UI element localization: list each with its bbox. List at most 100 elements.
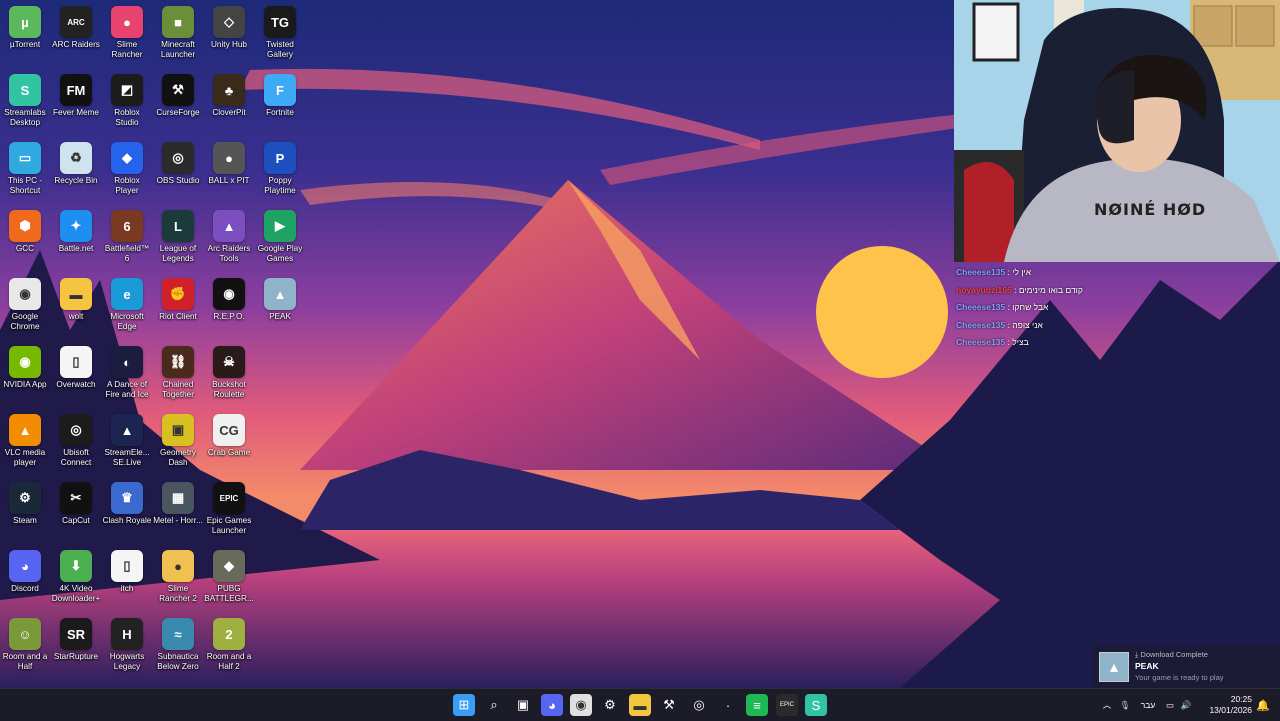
desktop-icon-r-e-p-o[interactable]: ◉ R.E.P.O. (204, 274, 254, 340)
desktop-icon-unity-hub[interactable]: ◇ Unity Hub (204, 2, 254, 68)
desktop-icon-wolt[interactable]: ▬ wolt (51, 274, 101, 340)
taskbar-obs-icon[interactable]: ◎ (688, 694, 710, 716)
desktop-icon-room-and-a-half-2[interactable]: 2 Room and a Half 2 (204, 614, 254, 680)
taskbar-discord-icon[interactable]: ◕ (541, 694, 563, 716)
desktop-icon-streamele-se-live[interactable]: ▲ StreamEle... SE.Live (102, 410, 152, 476)
desktop-icon-slime-rancher[interactable]: ● Slime Rancher (102, 2, 152, 68)
desktop-icon-label: Chained Together (162, 380, 194, 399)
clock[interactable]: 20:25 13/01/2026 (1204, 689, 1252, 721)
desktop-icon-label: 4K Video Downloader+ (51, 584, 101, 603)
desktop-icon-buckshot-roulette[interactable]: ☠ Buckshot Roulette (204, 342, 254, 408)
desktop-icon-battle-net[interactable]: ✦ Battle.net (51, 206, 101, 272)
desktop-icon-ball-x-pit[interactable]: ● BALL x PIT (204, 138, 254, 204)
language-indicator[interactable]: עבר (1134, 700, 1162, 710)
network-icon[interactable]: ▭ (1162, 700, 1178, 711)
desktop-icon-label: Room and a Half (2, 652, 48, 671)
taskbar-streamlabs-icon[interactable]: S (805, 694, 827, 716)
desktop-icon-curseforge[interactable]: ⚒ CurseForge (153, 70, 203, 136)
taskbar-steam-icon[interactable]: ⚙ (599, 694, 621, 716)
desktop-icon-roblox-player[interactable]: ◆ Roblox Player (102, 138, 152, 204)
desktop-icon-fever-meme[interactable]: FM Fever Meme (51, 70, 101, 136)
desktop-icon-room-and-a-half[interactable]: ☺ Room and a Half (0, 614, 50, 680)
desktop-icon-geometry-dash[interactable]: ▣ Geometry Dash (153, 410, 203, 476)
desktop-icon-label: Ubisoft Connect (60, 448, 92, 467)
desktop-icon-obs-studio[interactable]: ◎ OBS Studio (153, 138, 203, 204)
desktop-icon-label: Riot Client (159, 312, 197, 321)
desktop-icon-metel-horr[interactable]: ▦ Metel - Horr... (153, 478, 203, 544)
download-notification[interactable]: ▲ ⤓ Download Complete PEAK Your game is … (1093, 645, 1280, 688)
desktop-icon-arc-raiders[interactable]: ARC ARC Raiders (51, 2, 101, 68)
taskbar-unknown-icon[interactable]: · (717, 694, 739, 716)
desktop-icon-cloverpit[interactable]: ♣ CloverPit (204, 70, 254, 136)
app-icon: e (111, 278, 143, 310)
taskbar-epic-icon[interactable]: EPIC (776, 694, 798, 716)
desktop-icon-slime-rancher-2[interactable]: ● Slime Rancher 2 (153, 546, 203, 612)
desktop-icon-4k-video-downloader[interactable]: ⬇ 4K Video Downloader+ (51, 546, 101, 612)
taskbar-file-explorer-icon[interactable]: ▬ (629, 694, 651, 716)
desktop-icon-fortnite[interactable]: F Fortnite (255, 70, 305, 136)
taskbar-task-view-icon[interactable]: ▣ (512, 694, 534, 716)
taskbar-spotify-icon[interactable]: ≡ (746, 694, 768, 716)
app-icon: P (264, 142, 296, 174)
desktop-icon-minecraft-launcher[interactable]: ■ Minecraft Launcher (153, 2, 203, 68)
desktop-icon-google-play-games[interactable]: ▶ Google Play Games (255, 206, 305, 272)
notification-center-icon[interactable]: 🔔 (1256, 689, 1270, 721)
desktop-icon-gcc[interactable]: ⬢ GCC (0, 206, 50, 272)
desktop-icon-clash-royale[interactable]: ♛ Clash Royale (102, 478, 152, 544)
desktop-icon-nvidia-app[interactable]: ◉ NVIDIA App (0, 342, 50, 408)
desktop-icon-epic-games-launcher[interactable]: EPIC Epic Games Launcher (204, 478, 254, 544)
stream-chat: Cheeese135 : אין לי noyayubzi166 : קודם ב… (956, 264, 1156, 352)
desktop-icon-label: GCC (15, 244, 35, 253)
download-icon: ⤓ (1135, 650, 1139, 659)
desktop-icon-label: Steam (13, 516, 37, 525)
desktop-icon-riot-client[interactable]: ✊ Riot Client (153, 274, 203, 340)
desktop-icon-capcut[interactable]: ✂ CapCut (51, 478, 101, 544)
desktop-icon-peak[interactable]: ▲ PEAK (255, 274, 305, 340)
desktop-icon-vlc-media-player[interactable]: ▲ VLC media player (0, 410, 50, 476)
desktop-icon-label: Recycle Bin (54, 176, 98, 185)
webcam-overlay: NØINÉ HØD (954, 0, 1280, 262)
chevron-up-icon[interactable]: ︿ (1098, 699, 1116, 711)
desktop-icon-twisted-gallery[interactable]: TG Twisted Gallery (255, 2, 305, 68)
desktop-icon-a-dance-of-fire-and-ice[interactable]: ◐ A Dance of Fire and Ice (102, 342, 152, 408)
app-icon: ♣ (213, 74, 245, 106)
desktop-icon-steam[interactable]: ⚙ Steam (0, 478, 50, 544)
desktop-icon-starrupture[interactable]: SR StarRupture (51, 614, 101, 680)
desktop-icon-label: Roblox Player (114, 176, 140, 195)
desktop-icon-discord[interactable]: ◕ Discord (0, 546, 50, 612)
desktop-icon-label: Crab Game (207, 448, 251, 457)
desktop-icon-microsoft-edge[interactable]: e Microsoft Edge (102, 274, 152, 340)
webcam-feed (954, 0, 1280, 262)
microphone-icon[interactable]: 🎙 (1116, 700, 1134, 711)
app-icon: ⚙ (9, 482, 41, 514)
volume-icon[interactable]: 🔊 (1178, 700, 1194, 711)
desktop-icon-overwatch[interactable]: ▯ Overwatch (51, 342, 101, 408)
desktop-icon-pubg-battlegr[interactable]: ◆ PUBG BATTLEGR... (204, 546, 254, 612)
app-icon: ◕ (9, 550, 41, 582)
desktop-icon-ubisoft-connect[interactable]: ◎ Ubisoft Connect (51, 410, 101, 476)
desktop-icon-league-of-legends[interactable]: L League of Legends (153, 206, 203, 272)
desktop-icon-streamlabs-desktop[interactable]: S Streamlabs Desktop (0, 70, 50, 136)
taskbar-search-icon[interactable]: ⌕ (483, 694, 505, 716)
taskbar-chrome-icon[interactable]: ◉ (570, 694, 592, 716)
desktop-icon-label: Minecraft Launcher (160, 40, 196, 59)
desktop-icon-label: Fortnite (266, 108, 294, 117)
desktop-icon-crab-game[interactable]: CG Crab Game (204, 410, 254, 476)
desktop-icon-this-pc-shortcut[interactable]: ▭ This PC - Shortcut (0, 138, 50, 204)
desktop-icon-roblox-studio[interactable]: ◩ Roblox Studio (102, 70, 152, 136)
taskbar-start-icon[interactable]: ⊞ (453, 694, 475, 716)
desktop-icon-itch[interactable]: ▯ itch (102, 546, 152, 612)
taskbar-curseforge-icon[interactable]: ⚒ (658, 694, 680, 716)
desktop-icon-torrent[interactable]: µ µTorrent (0, 2, 50, 68)
desktop-icon-recycle-bin[interactable]: ♻ Recycle Bin (51, 138, 101, 204)
app-icon: ● (213, 142, 245, 174)
desktop-icon-poppy-playtime[interactable]: P Poppy Playtime (255, 138, 305, 204)
desktop-icon-arc-raiders-tools[interactable]: ▲ Arc Raiders Tools (204, 206, 254, 272)
desktop-icon-hogwarts-legacy[interactable]: H Hogwarts Legacy (102, 614, 152, 680)
app-icon: FM (60, 74, 92, 106)
app-icon: S (9, 74, 41, 106)
desktop-icon-subnautica-below-zero[interactable]: ≈ Subnautica Below Zero (153, 614, 203, 680)
desktop-icon-google-chrome[interactable]: ◉ Google Chrome (0, 274, 50, 340)
desktop-icon-battlefield-6[interactable]: 6 Battlefield™ 6 (102, 206, 152, 272)
desktop-icon-chained-together[interactable]: ⛓ Chained Together (153, 342, 203, 408)
